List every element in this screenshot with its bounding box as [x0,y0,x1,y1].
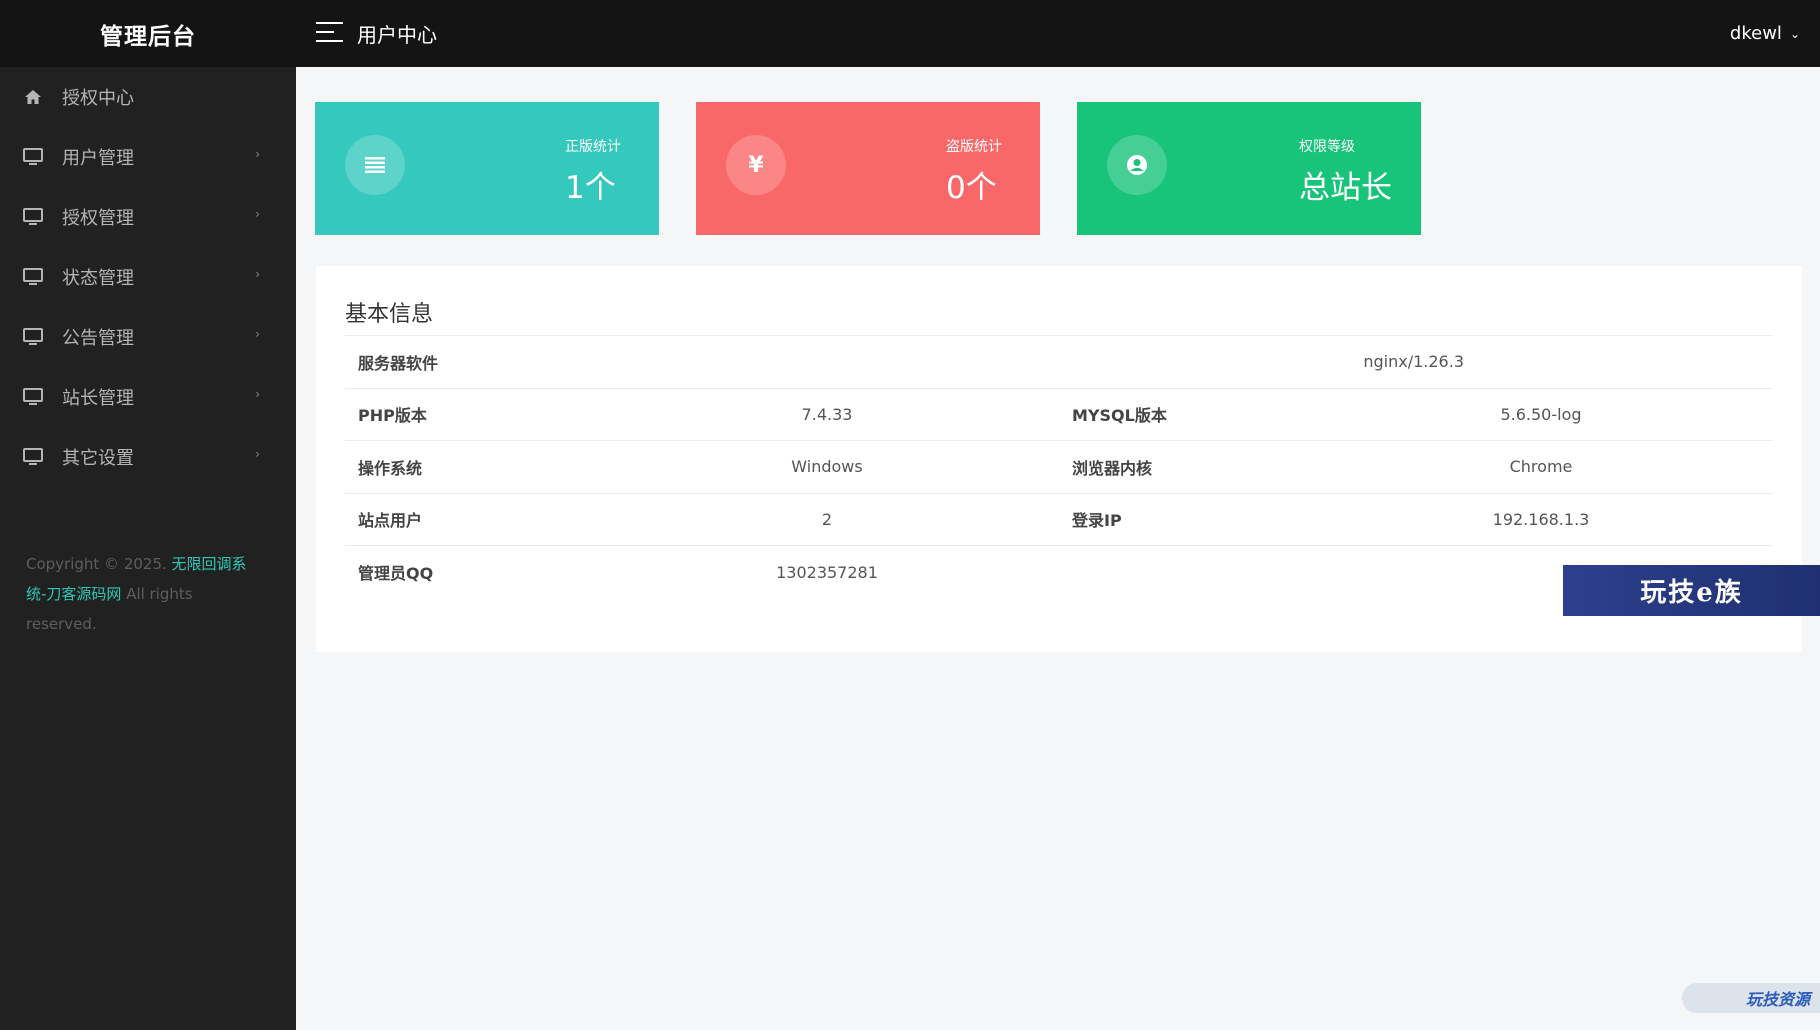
username: dkewl [1729,23,1782,44]
info-value: 1302357281 [776,562,878,582]
info-key: 浏览器内核 [1072,458,1153,478]
menu-toggle-icon[interactable] [316,22,343,44]
sidebar-item-user-management[interactable]: 用户管理 › [0,127,296,187]
main-content: 正版统计 1个 ¥ 盗版统计 0个 权限等级 总站长 基本信息 服务器软件 ng… [296,67,1820,1030]
copyright-text: Copyright © 2025. 无限回调系统-刀客源码网 All right… [26,549,266,639]
info-key: 站点用户 [358,511,423,531]
stat-card-genuine: 正版统计 1个 [315,102,659,235]
sidebar-item-auth-center[interactable]: 授权中心 [0,67,296,127]
user-circle-icon [1107,135,1167,195]
brand-title[interactable]: 管理后台 [0,0,296,67]
sidebar-item-label: 状态管理 [62,268,134,289]
table-row: PHP版本 7.4.33 MYSQL版本 5.6.50-log [345,388,1773,441]
table-row: 服务器软件 nginx/1.26.3 [345,335,1773,389]
stat-card-permission-level: 权限等级 总站长 [1077,102,1421,235]
info-key: 操作系统 [358,458,423,478]
sidebar-item-label: 站长管理 [62,388,134,409]
sidebar-item-label: 用户管理 [62,148,134,169]
chevron-down-icon: ⌄ [1789,26,1800,41]
monitor-icon [22,326,44,348]
stat-value: 总站长 [1299,170,1392,206]
stat-label: 正版统计 [565,139,621,155]
monitor-icon [22,206,44,228]
info-value: 5.6.50-log [1500,404,1582,424]
chevron-right-icon: › [255,327,260,341]
stat-label: 权限等级 [1299,139,1355,155]
sidebar-item-label: 授权中心 [62,88,134,109]
stat-value: 1个 [565,170,616,206]
sidebar-item-webmaster-management[interactable]: 站长管理 › [0,367,296,427]
home-icon [22,86,44,108]
stat-card-pirated: ¥ 盗版统计 0个 [696,102,1040,235]
info-key: 管理员QQ [358,564,434,583]
chevron-right-icon: › [255,147,260,161]
top-navbar: 管理后台 用户中心 dkewl ⌄ [0,0,1820,67]
sidebar-item-label: 其它设置 [62,448,134,469]
info-key: 登录IP [1072,511,1122,531]
info-value: 7.4.33 [801,404,853,424]
corner-badge: 玩技资源 [1682,983,1820,1013]
info-key: MYSQL版本 [1072,406,1167,426]
panel-title: 基本信息 [345,302,434,327]
info-value: Windows [791,457,863,477]
sidebar-item-announcement-management[interactable]: 公告管理 › [0,307,296,367]
user-menu[interactable]: dkewl ⌄ [1730,0,1800,67]
chevron-right-icon: › [255,447,260,461]
stat-label: 盗版统计 [946,139,1002,155]
info-key: 服务器软件 [358,353,439,373]
table-row: 管理员QQ 1302357281 [345,545,1773,599]
info-value: nginx/1.26.3 [1363,352,1464,372]
sidebar-item-other-settings[interactable]: 其它设置 › [0,427,296,487]
table-row: 站点用户 2 登录IP 192.168.1.3 [345,493,1773,546]
breadcrumb: 用户中心 [357,23,437,47]
sidebar: 授权中心 用户管理 › 授权管理 › 状态管理 › 公告管理 › 站长管理 › [0,67,296,1030]
sidebar-item-label: 授权管理 [62,208,134,229]
info-value: 2 [821,509,833,529]
chevron-right-icon: › [255,267,260,281]
monitor-icon [22,266,44,288]
info-value: 192.168.1.3 [1492,509,1590,529]
table-row: 操作系统 Windows 浏览器内核 Chrome [345,440,1773,494]
info-table: 服务器软件 nginx/1.26.3 PHP版本 7.4.33 MYSQL版本 … [345,335,1773,598]
monitor-icon [22,446,44,468]
info-value: Chrome [1509,457,1573,477]
chevron-right-icon: › [255,207,260,221]
sidebar-item-label: 公告管理 [62,328,134,349]
watermark-banner: 玩技e族 [1563,565,1820,616]
monitor-icon [22,146,44,168]
chevron-right-icon: › [255,387,260,401]
stat-value: 0个 [946,170,997,206]
empty-cell [1059,546,1309,599]
yen-icon: ¥ [726,135,786,195]
monitor-icon [22,386,44,408]
info-key: PHP版本 [358,406,427,426]
list-icon [345,135,405,195]
sidebar-item-status-management[interactable]: 状态管理 › [0,247,296,307]
sidebar-item-license-management[interactable]: 授权管理 › [0,187,296,247]
copyright-prefix: Copyright © 2025. [26,555,172,573]
